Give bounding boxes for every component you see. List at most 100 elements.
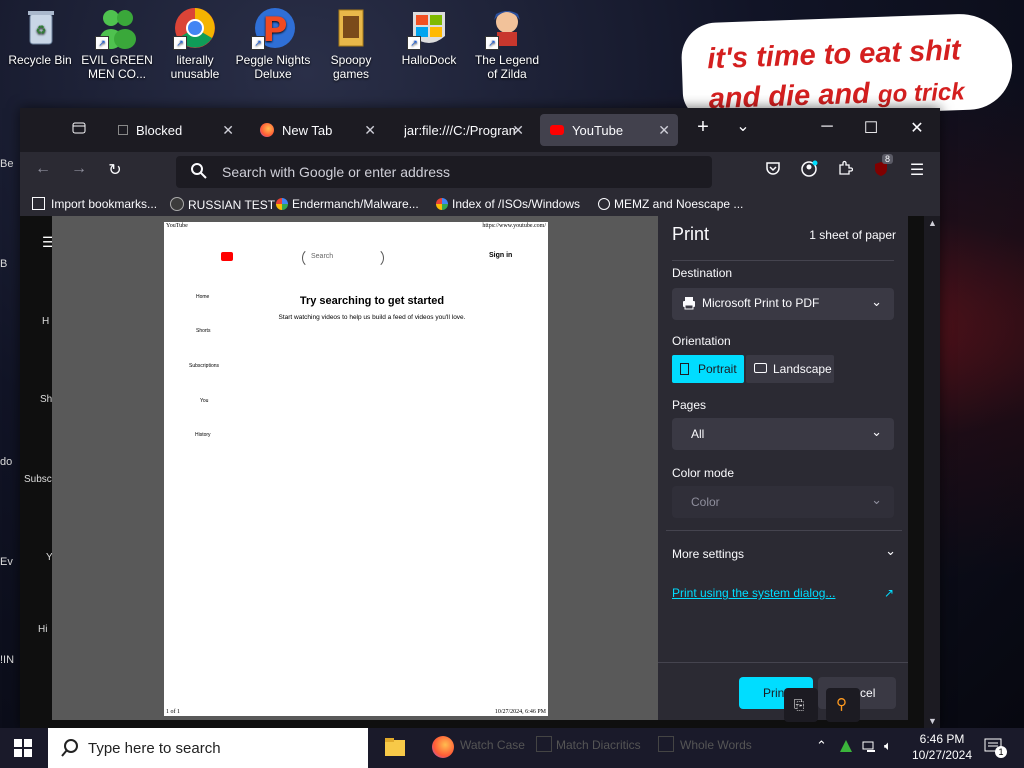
printer-icon xyxy=(682,296,696,313)
notification-center-icon[interactable]: 1 xyxy=(984,738,1007,758)
yt-side-label-history[interactable]: Hi xyxy=(38,624,47,635)
desktop-icon-evil-green-men[interactable]: ↗ EVIL GREEN MEN CO... xyxy=(79,6,155,81)
taskbar-clock[interactable]: 6:46 PM 10/27/2024 xyxy=(910,731,974,763)
hamburger-menu-icon[interactable]: ☰ xyxy=(902,160,932,180)
close-tab-icon[interactable]: ✕ xyxy=(222,122,234,139)
taskbar-search-box[interactable]: Type here to search xyxy=(48,728,368,768)
bookmark-endermanch[interactable]: Endermanch/Malware... xyxy=(276,197,419,211)
preview-nav-you: You xyxy=(200,398,209,404)
taskbar-search-placeholder: Type here to search xyxy=(88,740,221,757)
maximize-icon[interactable]: ☐ xyxy=(856,118,886,138)
volume-icon[interactable]: 🔈︎ xyxy=(884,738,892,754)
print-preview-page: YouTube https://www.youtube.com/ Search … xyxy=(164,222,548,716)
desktop-icon-hallodock[interactable]: ↗ HalloDock xyxy=(391,6,467,67)
preview-headline: Try searching to get started xyxy=(299,295,445,307)
bookmark-index-isos[interactable]: Index of /ISOs/Windows xyxy=(436,197,580,211)
bookmark-memz[interactable]: MEMZ and Noescape ... xyxy=(598,197,743,211)
forward-arrow-icon[interactable]: → xyxy=(64,160,94,178)
search-overlay-button[interactable]: ⚲ xyxy=(826,688,860,722)
desktop-icon-label: Peggle Nights Deluxe xyxy=(235,53,311,81)
desktop-icon-legend-of-zilda[interactable]: ↗ The Legend of Zilda xyxy=(469,6,545,81)
divider xyxy=(666,530,902,531)
extensions-puzzle-icon[interactable] xyxy=(830,160,860,181)
desktop-icon-peggle[interactable]: P ↗ Peggle Nights Deluxe xyxy=(235,6,311,81)
bookmark-label: Import bookmarks... xyxy=(51,197,158,211)
preview-search-text: Search xyxy=(311,253,334,260)
preview-search-box: Search xyxy=(302,248,384,268)
chevron-down-icon: ⌄ xyxy=(885,543,896,558)
desktop-icon-recycle-bin[interactable]: ♻ Recycle Bin xyxy=(2,6,78,67)
portrait-label: Portrait xyxy=(698,362,737,376)
tab-youtube[interactable]: YouTube ✕ xyxy=(540,114,678,146)
pages-label: Pages xyxy=(672,398,707,412)
bookmark-label: Endermanch/Malware... xyxy=(292,197,419,211)
windows-logo-icon: ↗ xyxy=(407,6,451,50)
back-arrow-icon[interactable]: ← xyxy=(28,160,58,178)
destination-value: Microsoft Print to PDF xyxy=(702,296,820,310)
tab-new-tab[interactable]: New Tab ✕ xyxy=(250,114,384,146)
taskbar: Type here to search Watch Case Match Dia… xyxy=(0,728,1024,768)
tab-jar-file[interactable]: jar:file:///C:/Program ✕ xyxy=(396,114,532,146)
portrait-button[interactable]: Portrait xyxy=(672,355,744,383)
desktop-icon-spoopy-games[interactable]: Spoopy games xyxy=(313,6,389,81)
ublock-extension-icon[interactable]: 8 xyxy=(866,154,896,183)
divider xyxy=(658,662,908,663)
close-window-icon[interactable]: ✕ xyxy=(902,118,932,138)
page-header-url: https://www.youtube.com/ xyxy=(482,223,546,229)
page-scrollbar[interactable]: ▲ ▼ xyxy=(924,216,940,728)
desktop-icon-literally-unusable[interactable]: ↗ literally unusable xyxy=(157,6,233,81)
scroll-down-icon[interactable]: ▼ xyxy=(928,716,937,726)
yt-side-label-subscriptions[interactable]: Subsc xyxy=(24,474,52,485)
orientation-label: Orientation xyxy=(672,334,731,348)
yt-side-label-home[interactable]: H xyxy=(42,316,49,327)
new-tab-plus-icon[interactable]: + xyxy=(688,116,718,139)
network-status-icon[interactable] xyxy=(838,738,854,757)
svg-text:♻: ♻ xyxy=(36,23,47,37)
folder-icon xyxy=(329,6,373,50)
close-tab-icon[interactable]: ✕ xyxy=(364,122,376,139)
account-icon[interactable] xyxy=(794,160,824,183)
close-tab-icon[interactable]: ✕ xyxy=(512,122,524,139)
recycle-bin-icon: ♻ xyxy=(18,6,62,50)
system-dialog-link[interactable]: Print using the system dialog... xyxy=(672,586,835,600)
camera-overlay-button[interactable]: ⎘ xyxy=(784,688,818,722)
page-header-title: YouTube xyxy=(166,223,188,229)
tab-label: YouTube xyxy=(572,122,624,138)
youtube-logo-icon xyxy=(221,252,233,261)
magnifier-icon: ⚲ xyxy=(836,696,847,713)
more-settings-toggle[interactable]: More settings ⌄ xyxy=(672,543,896,566)
close-tab-icon[interactable]: ✕ xyxy=(658,122,670,139)
scroll-up-icon[interactable]: ▲ xyxy=(928,218,937,228)
reload-icon[interactable]: ↻ xyxy=(100,160,130,180)
pocket-icon[interactable] xyxy=(758,160,788,181)
windows-start-icon[interactable] xyxy=(14,739,32,762)
tab-overview-icon[interactable] xyxy=(64,120,94,141)
firefox-taskbar-icon[interactable] xyxy=(432,736,454,758)
bookmark-russian-test[interactable]: RUSSIAN TEST xyxy=(170,197,275,212)
clock-date: 10/27/2024 xyxy=(911,748,973,762)
color-mode-select[interactable]: Color ⌄ xyxy=(672,486,894,518)
divider xyxy=(672,260,894,261)
bookmark-import[interactable]: Import bookmarks... xyxy=(32,197,157,211)
tab-blocked[interactable]: Blocked ✕ xyxy=(108,114,242,146)
desktop-icon-label: literally unusable xyxy=(170,53,220,81)
desktop-icon-label: EVIL GREEN MEN CO... xyxy=(81,53,153,81)
landscape-icon xyxy=(754,363,767,373)
yt-side-label-shorts[interactable]: Sh xyxy=(40,394,52,405)
landscape-label: Landscape xyxy=(773,362,832,376)
network-icon[interactable] xyxy=(862,738,878,757)
list-tabs-chevron-icon[interactable]: ⌄ xyxy=(728,116,758,136)
bookmark-label: RUSSIAN TEST xyxy=(188,198,276,212)
bookmark-label: MEMZ and Noescape ... xyxy=(614,197,744,211)
show-hidden-icons-chevron[interactable]: ⌃ xyxy=(816,738,827,754)
minimize-icon[interactable]: ─ xyxy=(812,118,842,136)
firefox-icon xyxy=(260,123,274,137)
url-bar-placeholder: Search with Google or enter address xyxy=(222,164,451,180)
file-explorer-icon[interactable] xyxy=(384,736,406,758)
pages-select[interactable]: All ⌄ xyxy=(672,418,894,450)
destination-select[interactable]: Microsoft Print to PDF ⌄ xyxy=(672,288,894,320)
url-bar[interactable]: Search with Google or enter address xyxy=(176,156,712,188)
extension-badge: 8 xyxy=(882,154,894,164)
clock-time: 6:46 PM xyxy=(919,732,965,746)
landscape-button[interactable]: Landscape xyxy=(746,355,834,383)
